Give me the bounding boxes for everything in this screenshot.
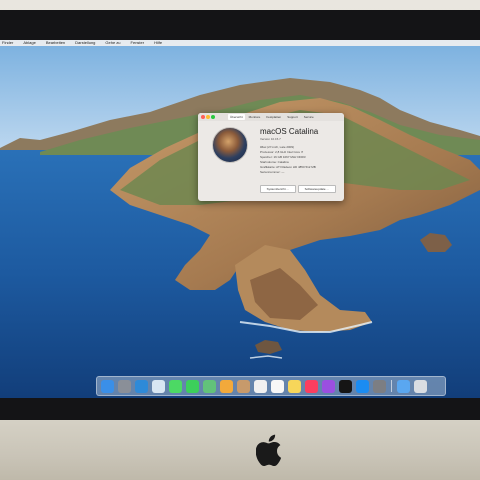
zoom-button[interactable] [211, 115, 215, 119]
menu-hilfe[interactable]: Hilfe [154, 40, 162, 46]
facetime-icon[interactable] [186, 379, 199, 393]
system-report-button[interactable]: Systembericht … [260, 185, 296, 193]
spec-memory: Speicher: 16 GB 1067 MHz DDR3 [260, 155, 306, 159]
about-tabs: Übersicht Monitore Festplatten Support S… [228, 114, 316, 120]
maps-icon[interactable] [203, 379, 216, 393]
window-titlebar: Übersicht Monitore Festplatten Support S… [198, 113, 344, 121]
dock [96, 376, 446, 396]
spec-serial: Seriennummer: — [260, 170, 285, 174]
finder-icon[interactable] [101, 379, 114, 393]
close-button[interactable] [201, 115, 205, 119]
about-this-mac-window: Übersicht Monitore Festplatten Support S… [198, 113, 344, 201]
menu-bearbeiten[interactable]: Bearbeiten [46, 40, 65, 46]
preview-icon[interactable] [152, 379, 165, 393]
tab-support[interactable]: Support [285, 114, 300, 120]
apple-logo-icon [256, 434, 282, 467]
tv-icon[interactable] [339, 379, 352, 393]
screen: Finder Ablage Bearbeiten Darstellung Geh… [0, 40, 480, 398]
tab-displays[interactable]: Monitore [247, 114, 263, 120]
safari-icon[interactable] [135, 379, 148, 393]
notes-icon[interactable] [288, 379, 301, 393]
spec-graphics: Grafikkarte: ATI Radeon HD 4850 512 MB [260, 165, 316, 169]
messages-icon[interactable] [169, 379, 182, 393]
minimize-button[interactable] [206, 115, 210, 119]
menu-ablage[interactable]: Ablage [23, 40, 35, 46]
calendar-icon[interactable] [254, 379, 267, 393]
music-icon[interactable] [305, 379, 318, 393]
podcasts-icon[interactable] [322, 379, 335, 393]
os-name: macOS Catalina [260, 127, 319, 136]
menu-darstellung[interactable]: Darstellung [75, 40, 95, 46]
software-update-button[interactable]: Softwareupdate … [298, 185, 336, 193]
contacts-icon[interactable] [237, 379, 250, 393]
catalina-logo-icon [212, 127, 248, 163]
spec-model: iMac (27-inch, Late 2009) [260, 145, 295, 149]
os-version: Version 10.15.7 [260, 137, 281, 141]
tab-service[interactable]: Service [302, 114, 316, 120]
downloads-icon[interactable] [397, 379, 410, 393]
tab-overview[interactable]: Übersicht [228, 114, 245, 120]
reminders-icon[interactable] [271, 379, 284, 393]
system-preferences-icon[interactable] [373, 379, 386, 393]
trash-icon[interactable] [414, 379, 427, 393]
spec-processor: Prozessor: 2,8 GHz Intel Core i7 [260, 150, 304, 154]
launchpad-icon[interactable] [118, 379, 131, 393]
photos-icon[interactable] [220, 379, 233, 393]
menu-fenster[interactable]: Fenster [131, 40, 145, 46]
app-store-icon[interactable] [356, 379, 369, 393]
wallpaper-catalina [0, 40, 480, 398]
spec-startup-disk: Startvolume: Catalina [260, 160, 289, 164]
tab-storage[interactable]: Festplatten [264, 114, 283, 120]
menu-bar: Finder Ablage Bearbeiten Darstellung Geh… [0, 40, 480, 46]
monitor-chin [0, 420, 480, 480]
menu-gehe-zu[interactable]: Gehe zu [105, 40, 120, 46]
menu-finder[interactable]: Finder [2, 40, 13, 46]
dock-separator [391, 380, 392, 392]
